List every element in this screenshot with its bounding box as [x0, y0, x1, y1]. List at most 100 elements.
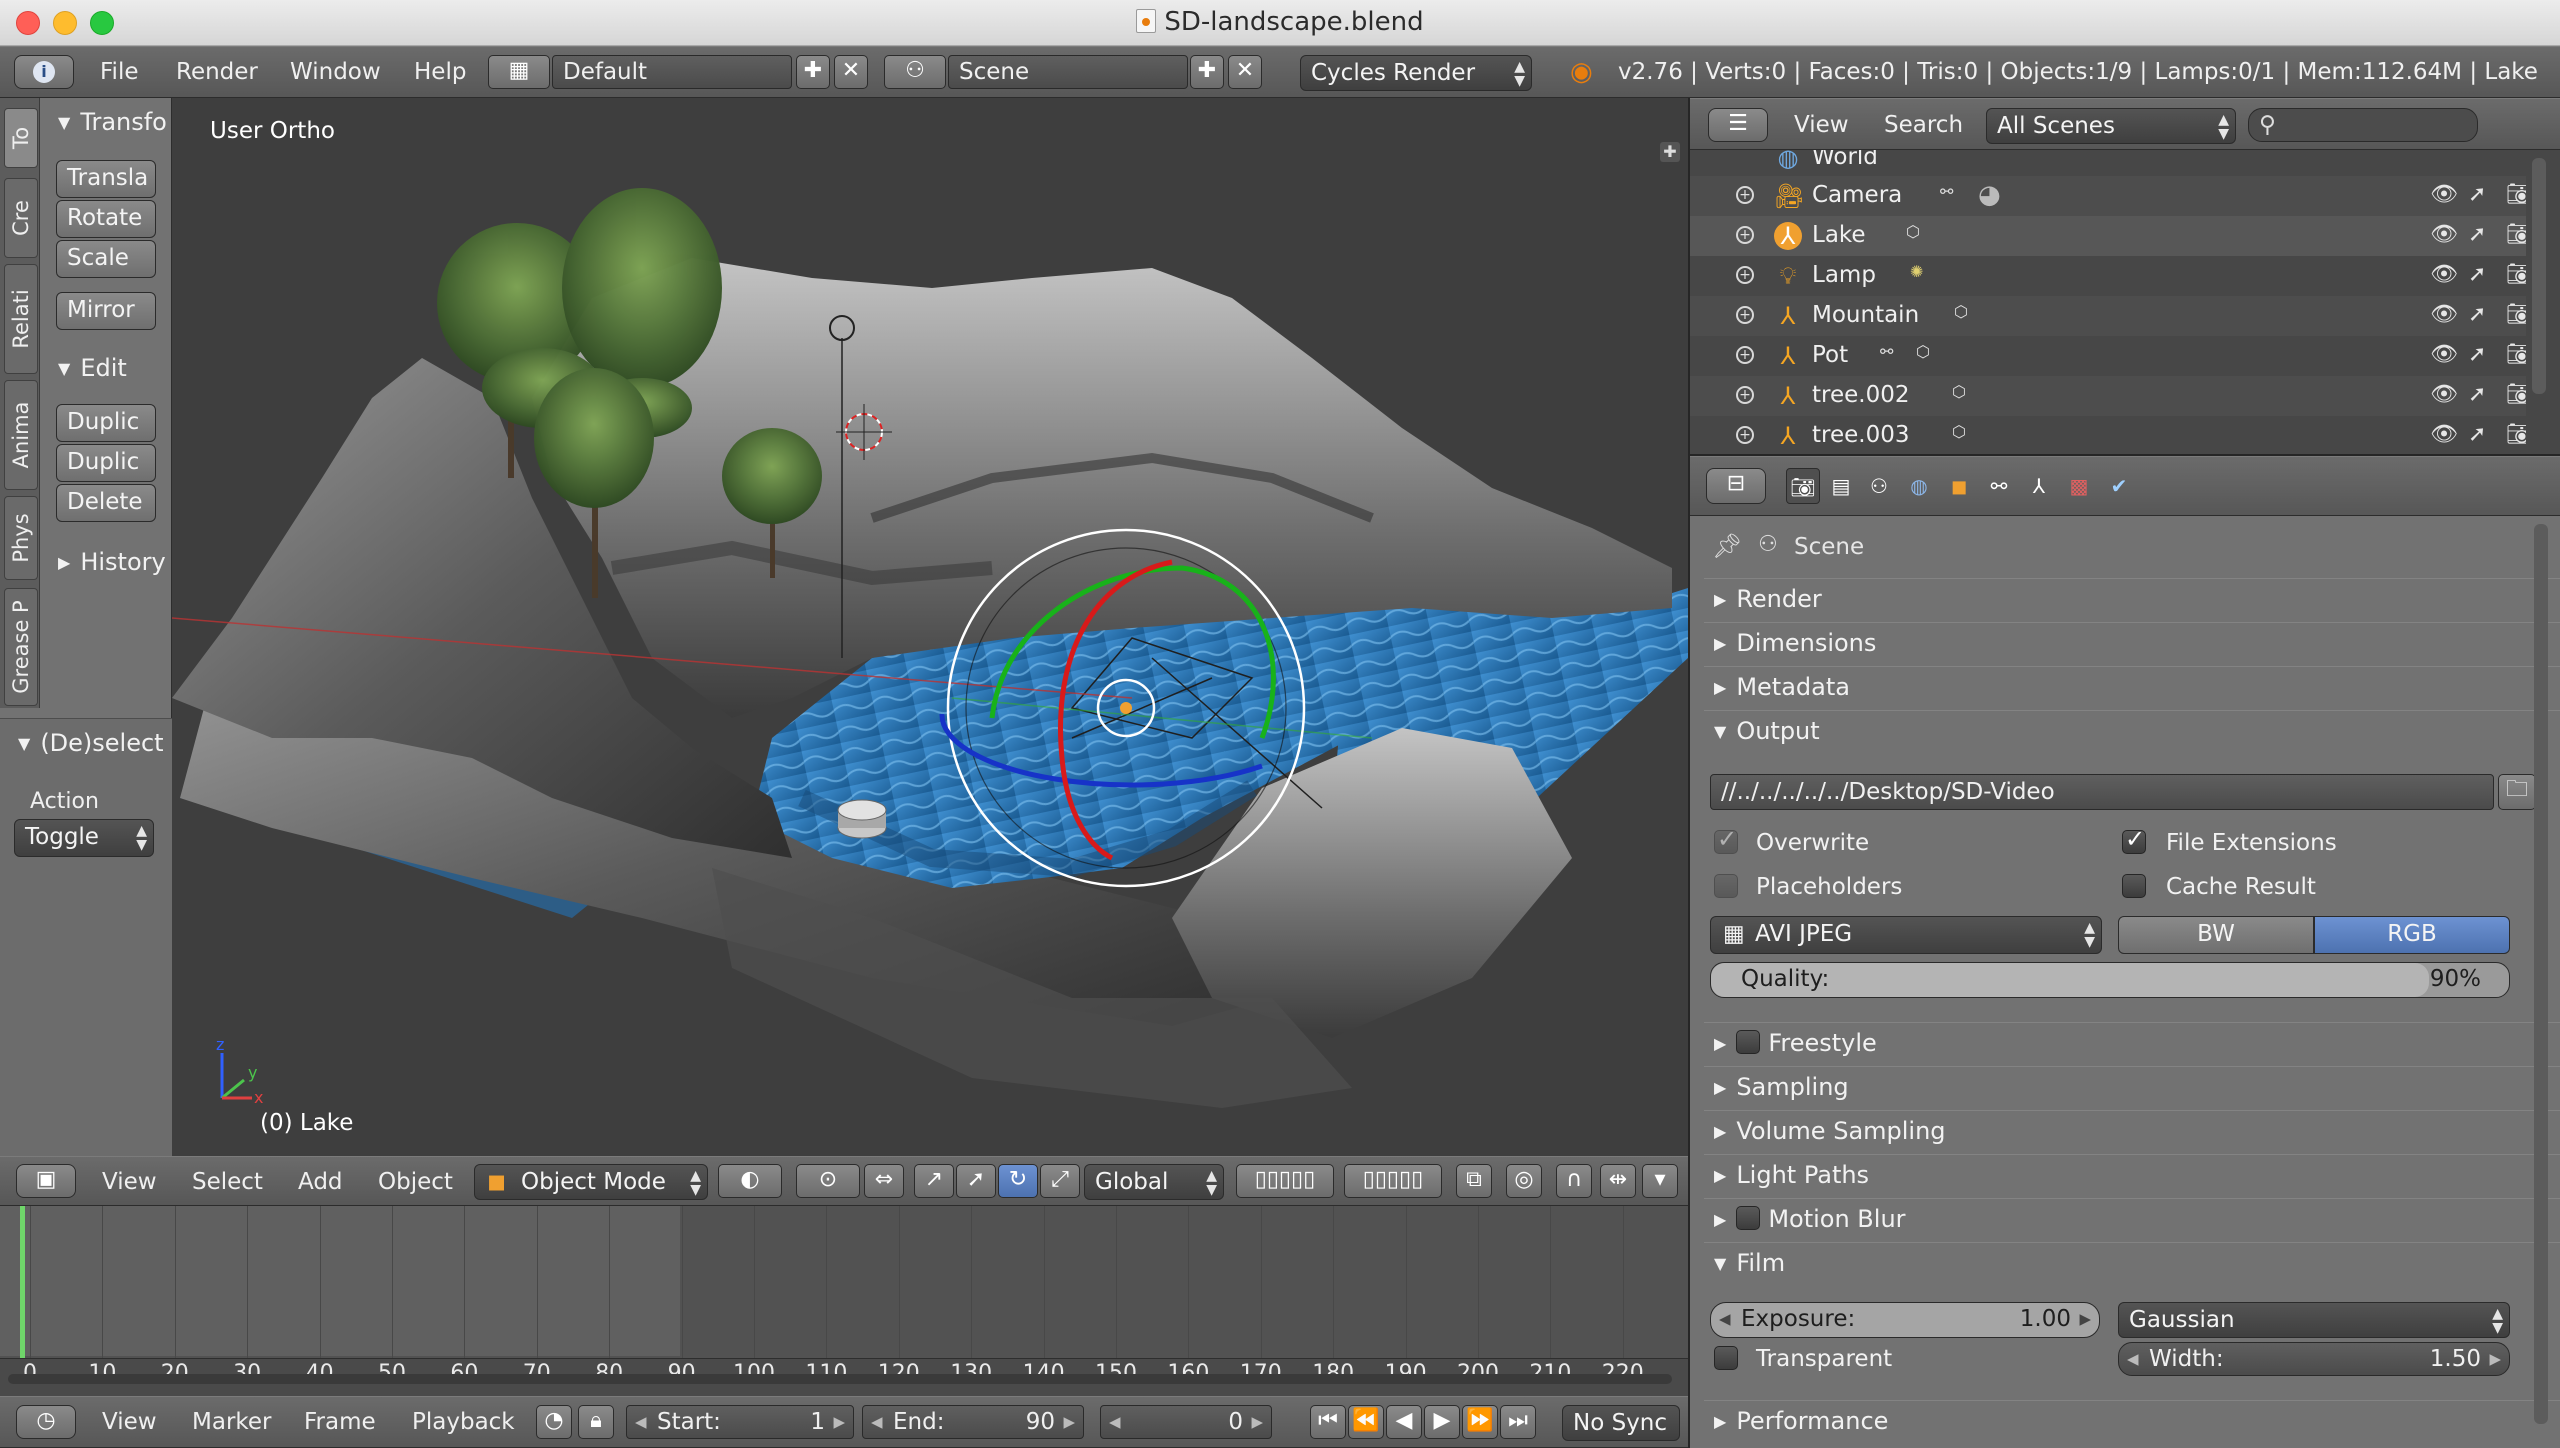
transparent-checkbox[interactable]: [1714, 1346, 1738, 1370]
output-path-input[interactable]: //../../../../../Desktop/SD-Video: [1710, 774, 2494, 810]
history-panel-header[interactable]: ▶ History: [58, 548, 166, 576]
tab-grease-pencil[interactable]: Grease P: [4, 588, 38, 706]
motion-blur-panel-header[interactable]: ▶ Motion Blur: [1704, 1198, 2560, 1240]
visibility-eye-icon[interactable]: 👁︎: [2430, 262, 2458, 287]
keying-set-icon[interactable]: ◔: [536, 1405, 572, 1439]
expand-icon[interactable]: +: [1736, 346, 1754, 364]
outliner-row-tree-003[interactable]: + ⅄ tree.003 ⬡: [1690, 416, 2526, 454]
editor-type-outliner-button[interactable]: ☰: [1708, 108, 1768, 142]
screen-layout-field[interactable]: Default: [552, 55, 792, 89]
lock-icon[interactable]: 🔒︎: [578, 1405, 614, 1439]
performance-panel-header[interactable]: ▶ Performance: [1704, 1400, 2560, 1442]
selectable-cursor-icon[interactable]: ➚: [2468, 382, 2486, 407]
jump-to-start-icon[interactable]: ⏮: [1310, 1405, 1346, 1439]
sampling-panel-header[interactable]: ▶ Sampling: [1704, 1066, 2560, 1108]
outliner-row-world[interactable]: ◍ World: [1690, 150, 2526, 178]
texture-tab-icon[interactable]: ▩: [2062, 468, 2096, 504]
proportional-edit-icon[interactable]: ◎: [1506, 1164, 1542, 1198]
menu-select[interactable]: Select: [192, 1169, 263, 1195]
color-mode-bw-button[interactable]: BW: [2118, 916, 2314, 954]
menu-view[interactable]: View: [102, 1169, 157, 1195]
file-format-dropdown[interactable]: ▦ AVI JPEG ▲ ▼: [1710, 916, 2102, 954]
tab-animation[interactable]: Anima: [4, 380, 38, 490]
visibility-eye-icon[interactable]: 👁︎: [2430, 222, 2458, 247]
object-tab-icon[interactable]: ◼: [1942, 468, 1976, 504]
selectable-cursor-icon[interactable]: ➚: [2468, 342, 2486, 367]
menu-outliner-search[interactable]: Search: [1884, 112, 1963, 138]
rotate-button[interactable]: Rotate: [56, 200, 156, 238]
jump-to-end-icon[interactable]: ⏭: [1500, 1405, 1536, 1439]
motion-blur-checkbox[interactable]: [1736, 1206, 1761, 1230]
selectable-cursor-icon[interactable]: ➚: [2468, 222, 2486, 247]
renderable-camera-icon[interactable]: 📷︎: [2506, 182, 2526, 207]
scene-tab-icon[interactable]: ⚇: [1862, 468, 1896, 504]
mirror-button[interactable]: Mirror: [56, 292, 156, 330]
translate-manipulator-button[interactable]: ↗: [914, 1164, 954, 1198]
scale-button[interactable]: Scale: [56, 240, 156, 278]
render-panel-header[interactable]: ▶ Render: [1704, 578, 2560, 620]
menu-window[interactable]: Window: [290, 59, 381, 85]
timeline-editor[interactable]: 0102030405060708090100110120130140150160…: [0, 1206, 1688, 1396]
menu-marker[interactable]: Marker: [192, 1409, 272, 1435]
duplicate-button[interactable]: Duplic: [56, 404, 156, 442]
play-reverse-icon[interactable]: ◀: [1386, 1405, 1422, 1439]
rotate-manipulator-button[interactable]: ↻: [998, 1164, 1038, 1198]
output-panel-header[interactable]: ▼ Output: [1704, 710, 2560, 752]
manipulator-toggle-button[interactable]: ⇔: [864, 1164, 904, 1198]
editor-type-3d-view-button[interactable]: ▣: [16, 1164, 76, 1198]
light-paths-panel-header[interactable]: ▶ Light Paths: [1704, 1154, 2560, 1196]
metadata-panel-header[interactable]: ▶ Metadata: [1704, 666, 2560, 708]
renderable-camera-icon[interactable]: 📷︎: [2506, 262, 2526, 287]
more-header-items-icon[interactable]: ▾: [1642, 1164, 1678, 1198]
renderable-camera-icon[interactable]: 📷︎: [2506, 382, 2526, 407]
3d-viewport[interactable]: z y x User Ortho (0) Lake ✚: [172, 98, 1688, 1156]
pixel-filter-dropdown[interactable]: Gaussian ▲ ▼: [2118, 1302, 2510, 1338]
viewport-shading-button[interactable]: ◐: [718, 1164, 782, 1198]
selectable-cursor-icon[interactable]: ➚: [2468, 262, 2486, 287]
properties-region-toggle-icon[interactable]: ✚: [1660, 142, 1680, 162]
renderable-camera-icon[interactable]: 📷︎: [2506, 342, 2526, 367]
outliner-row-tree-002[interactable]: + ⅄ tree.002 ⬡: [1690, 376, 2526, 416]
selectable-cursor-icon[interactable]: ➚: [2468, 302, 2486, 327]
editor-type-info-button[interactable]: i: [14, 55, 74, 89]
scale-manipulator-button[interactable]: ⤢: [1040, 1164, 1080, 1198]
freestyle-checkbox[interactable]: [1736, 1030, 1761, 1054]
action-dropdown[interactable]: Toggle ▲ ▼: [14, 819, 154, 857]
expand-icon[interactable]: +: [1736, 386, 1754, 404]
visibility-eye-icon[interactable]: 👁︎: [2430, 382, 2458, 407]
screen-layout-icon[interactable]: ▦: [488, 55, 550, 89]
outliner-row-mountain[interactable]: + ⅄ Mountain ⬡: [1690, 296, 2526, 336]
tab-create[interactable]: Cre: [4, 178, 38, 258]
tab-physics[interactable]: Phys: [4, 496, 38, 580]
selectable-cursor-icon[interactable]: ➚: [2468, 182, 2486, 207]
outliner-row-pot[interactable]: + ⅄ Pot ⚯ ⬡: [1690, 336, 2526, 376]
end-frame-field[interactable]: ◂ End: 90 ▸: [862, 1405, 1084, 1439]
placeholders-checkbox[interactable]: [1714, 874, 1738, 898]
layers-group-2[interactable]: ▯▯▯▯▯: [1344, 1164, 1442, 1198]
snap-icon[interactable]: ∩: [1556, 1164, 1592, 1198]
remove-scene-button[interactable]: ✕: [1228, 55, 1262, 89]
renderable-camera-icon[interactable]: 📷︎: [2506, 422, 2526, 447]
folder-browse-icon[interactable]: 🗀: [2498, 774, 2536, 810]
scene-selector-icon[interactable]: ⚇: [884, 55, 946, 89]
outliner-row-lake[interactable]: + ⅄ Lake ⬡: [1690, 216, 2526, 256]
overwrite-checkbox[interactable]: [1714, 825, 1738, 854]
play-icon[interactable]: ▶: [1424, 1405, 1460, 1439]
tab-tools[interactable]: To: [4, 108, 38, 168]
add-layout-button[interactable]: ✚: [796, 55, 830, 89]
tab-relations[interactable]: Relati: [4, 264, 38, 374]
add-scene-button[interactable]: ✚: [1190, 55, 1224, 89]
expand-icon[interactable]: +: [1736, 266, 1754, 284]
world-tab-icon[interactable]: ◍: [1902, 468, 1936, 504]
outliner-display-mode-dropdown[interactable]: All Scenes ▲ ▼: [1986, 108, 2236, 144]
edit-panel-header[interactable]: ▼ Edit: [58, 354, 127, 382]
current-frame-cursor[interactable]: [20, 1206, 25, 1362]
properties-scrollbar[interactable]: [2534, 524, 2548, 1424]
timeline-scrollbar[interactable]: [8, 1374, 1672, 1384]
expand-icon[interactable]: +: [1736, 306, 1754, 324]
constraints-tab-icon[interactable]: ⚯: [1982, 468, 2016, 504]
outliner-row-lamp[interactable]: + 💡︎ Lamp ✺: [1690, 256, 2526, 296]
current-frame-field[interactable]: ◂ 0 ▸: [1100, 1405, 1272, 1439]
object-data-tab-icon[interactable]: ⅄: [2022, 468, 2056, 504]
transform-orientation-dropdown[interactable]: Global ▲ ▼: [1084, 1164, 1224, 1200]
